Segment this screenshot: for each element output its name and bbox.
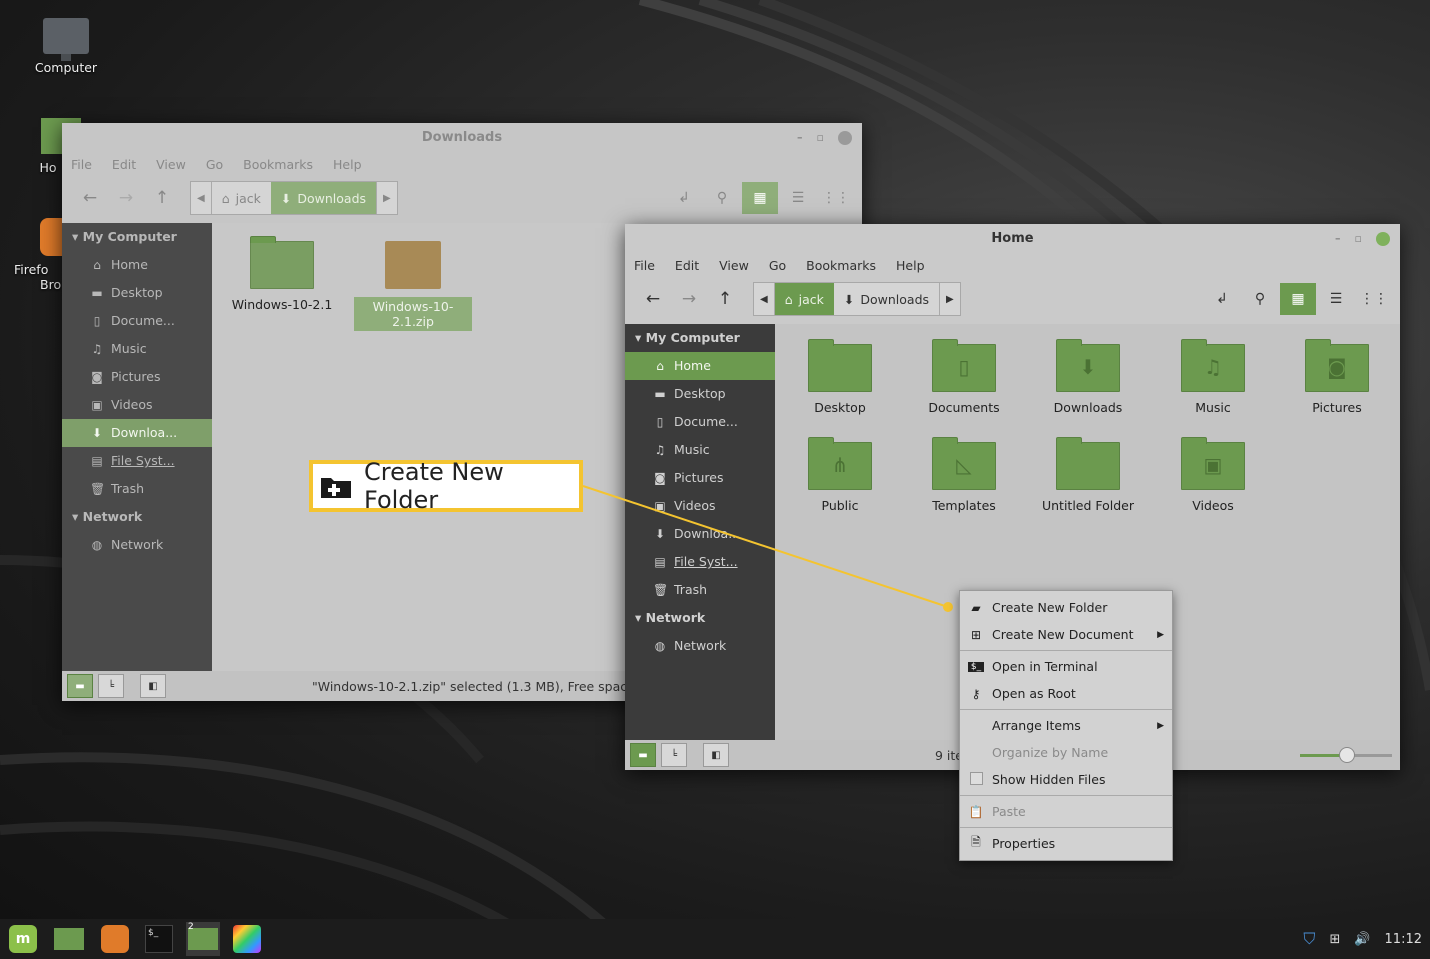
taskbar-files-window-group[interactable]: 2 <box>186 922 220 956</box>
folder-icon <box>54 928 84 950</box>
menu-item-open-as-root[interactable]: ⚷ Open as Root <box>960 680 1172 707</box>
menu-item-properties[interactable]: 🗎 Properties <box>960 830 1172 857</box>
menu-item-label: Open in Terminal <box>992 659 1098 674</box>
callout-label: Create New Folder <box>364 458 504 514</box>
key-icon: ⚷ <box>971 686 981 701</box>
menu-item-label: Create New Document <box>992 627 1134 642</box>
menu-separator <box>960 827 1172 828</box>
mint-menu-button[interactable]: m <box>6 922 40 956</box>
menu-separator <box>960 709 1172 710</box>
clock[interactable]: 11:12 <box>1385 932 1422 947</box>
system-tray: ⛉ ⊞ 🔊 11:12 <box>1303 919 1430 959</box>
context-menu: ▰ Create New Folder ⊞ Create New Document ▶… <box>959 590 1173 861</box>
menu-item-show-hidden-files[interactable]: Show Hidden Files <box>960 766 1172 793</box>
new-folder-icon <box>321 478 351 498</box>
taskbar-terminal-launcher[interactable]: $_ <box>142 922 176 956</box>
menu-item-create-new-folder[interactable]: ▰ Create New Folder <box>960 594 1172 621</box>
submenu-arrow-icon: ▶ <box>1157 720 1164 731</box>
callout-connector <box>582 485 953 612</box>
menu-separator <box>960 650 1172 651</box>
paint-icon <box>233 925 261 953</box>
mint-logo-icon: m <box>9 925 37 953</box>
menu-item-label: Organize by Name <box>992 745 1109 760</box>
menu-item-label: Properties <box>992 836 1056 851</box>
menu-separator <box>960 795 1172 796</box>
firefox-icon <box>101 925 129 953</box>
taskbar: m $_ 2 ⛉ ⊞ 🔊 11:12 <box>0 919 1430 959</box>
paste-icon: 📋 <box>968 804 984 819</box>
menu-item-label: Paste <box>992 804 1026 819</box>
menu-item-arrange-items[interactable]: Arrange Items ▶ <box>960 712 1172 739</box>
window-count-badge: 2 <box>188 922 194 932</box>
terminal-icon: $_ <box>968 661 984 672</box>
terminal-icon: $_ <box>145 925 173 953</box>
submenu-arrow-icon: ▶ <box>1157 629 1164 640</box>
menu-item-paste: 📋 Paste <box>960 798 1172 825</box>
menu-item-organize-by-name: Organize by Name <box>960 739 1172 766</box>
taskbar-files-launcher[interactable] <box>52 922 86 956</box>
network-icon[interactable]: ⊞ <box>1329 932 1340 947</box>
new-folder-icon: ▰ <box>971 600 981 615</box>
menu-item-label: Show Hidden Files <box>992 772 1106 787</box>
volume-icon[interactable]: 🔊 <box>1354 932 1370 947</box>
shield-icon[interactable]: ⛉ <box>1303 929 1315 949</box>
menu-item-label: Create New Folder <box>992 600 1108 615</box>
properties-icon: 🗎 <box>971 835 981 849</box>
menu-item-label: Open as Root <box>992 686 1076 701</box>
menu-item-create-new-document[interactable]: ⊞ Create New Document ▶ <box>960 621 1172 648</box>
menu-item-open-in-terminal[interactable]: $_ Open in Terminal <box>960 653 1172 680</box>
menu-item-label: Arrange Items <box>992 718 1081 733</box>
taskbar-firefox-launcher[interactable] <box>98 922 132 956</box>
taskbar-paint-launcher[interactable] <box>230 922 264 956</box>
checkbox-icon[interactable] <box>968 771 984 788</box>
callout-create-new-folder: Create New Folder <box>309 458 583 514</box>
new-document-icon: ⊞ <box>970 627 982 642</box>
